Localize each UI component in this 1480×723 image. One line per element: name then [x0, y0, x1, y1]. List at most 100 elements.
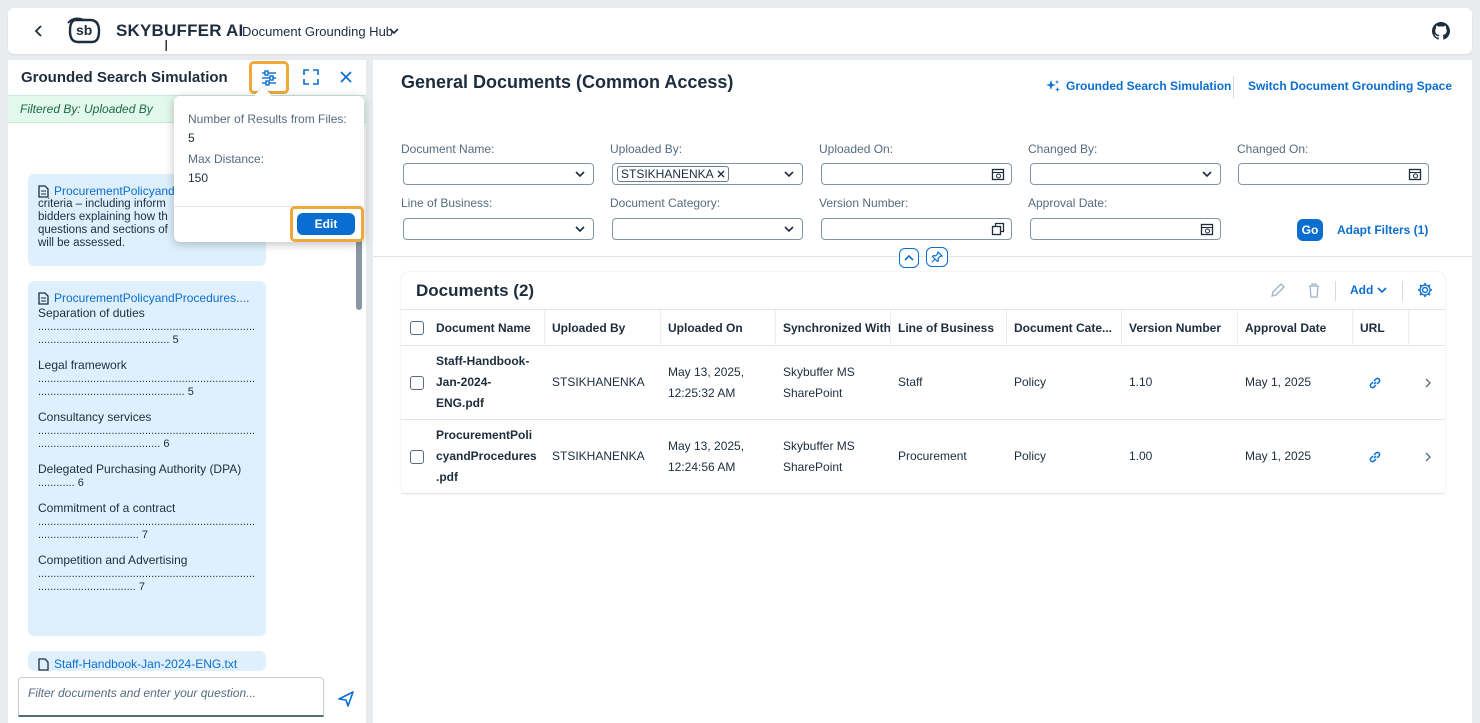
token-remove-icon[interactable]	[717, 170, 725, 178]
result-doc-name: Staff-Handbook-Jan-2024-ENG.txt	[54, 657, 238, 671]
chevron-right-icon[interactable]	[1423, 377, 1433, 389]
result-doc-name: ProcurementPolicyand	[54, 184, 175, 198]
table-row[interactable]: Staff-Handbook- Jan-2024- ENG.pdf STSIKHAN…	[401, 346, 1445, 420]
toc-dots: ........................................…	[38, 334, 179, 346]
toolbar-divider	[1335, 281, 1336, 301]
filter-token[interactable]: STSIKHANENKA	[617, 166, 729, 182]
documents-table: Documents (2) Add Document Name Uploaded…	[401, 272, 1445, 494]
back-button[interactable]	[28, 20, 50, 42]
cell-line: ENG.pdf	[436, 396, 484, 410]
filter-label: Document Name:	[401, 142, 495, 156]
chevron-down-icon[interactable]	[388, 24, 400, 38]
filter-label: Uploaded By:	[610, 142, 683, 156]
column-header[interactable]: Uploaded By	[545, 310, 661, 346]
question-input[interactable]: Filter documents and enter your question…	[18, 677, 324, 717]
column-header[interactable]: Version Number	[1122, 310, 1238, 346]
column-header[interactable]: URL	[1353, 310, 1409, 346]
changed-by-select[interactable]	[1030, 163, 1221, 185]
cell-line: Jan-2024-	[436, 375, 492, 389]
collapse-header-button[interactable]	[899, 248, 919, 268]
calendar-icon	[991, 168, 1005, 181]
toc-dots: ........................................…	[38, 438, 170, 450]
cell-line: Skybuffer MS	[783, 364, 855, 379]
header-separator	[373, 256, 1472, 257]
search-settings-popover: Number of Results from Files: 5 Max Dist…	[174, 86, 364, 242]
grounded-search-link[interactable]: Grounded Search Simulation	[1045, 79, 1231, 93]
column-header[interactable]: Line of Business	[891, 310, 1007, 346]
cell-document-category: Policy	[1014, 375, 1047, 389]
line-of-business-select[interactable]	[403, 218, 594, 240]
cell-uploaded-on: May 13, 2025, 12:24:56 AM	[661, 420, 776, 493]
page-title: General Documents (Common Access)	[401, 72, 734, 92]
toc-dots: ................................. 7	[38, 529, 149, 541]
cell-approval-date: May 1, 2025	[1245, 449, 1312, 463]
go-button[interactable]: Go	[1297, 219, 1323, 241]
column-header[interactable]: Document Cate...	[1007, 310, 1122, 346]
version-number-input[interactable]	[821, 218, 1012, 240]
toc-item: Commitment of a contract ...............…	[38, 500, 256, 542]
toc-title: Legal framework	[38, 358, 127, 372]
toc-page: 6	[163, 438, 170, 450]
chevron-left-icon	[34, 25, 42, 37]
cell-line: 12:24:56 AM	[668, 459, 736, 474]
table-row[interactable]: ProcurementPoli cyandProcedures .pdf STSIK…	[401, 420, 1445, 494]
uploaded-by-select[interactable]: STSIKHANENKA	[612, 163, 803, 185]
row-checkbox[interactable]	[410, 450, 424, 464]
cell-line: May 13, 2025,	[668, 438, 745, 453]
document-category-select[interactable]	[612, 218, 803, 240]
toc-item: Consultancy services ...................…	[38, 409, 256, 451]
select-all-checkbox[interactable]	[410, 321, 424, 335]
send-icon[interactable]	[338, 691, 354, 707]
pin-header-button[interactable]	[926, 247, 948, 267]
delete-icon[interactable]	[1306, 282, 1322, 298]
table-header: Document Name Uploaded By Uploaded On Sy…	[401, 309, 1445, 346]
github-icon[interactable]	[1432, 22, 1450, 40]
changed-on-date[interactable]	[1238, 163, 1429, 185]
column-header[interactable]: Document Name	[429, 310, 545, 346]
adapt-filters-button[interactable]: Adapt Filters (1)	[1337, 223, 1428, 237]
toc-title: Consultancy services	[38, 410, 152, 424]
edit-highlight: Edit	[290, 206, 364, 242]
column-header[interactable]: Uploaded On	[661, 310, 776, 346]
expand-icon[interactable]	[302, 68, 320, 86]
link-icon[interactable]	[1368, 376, 1382, 390]
filter-label: Approval Date:	[1028, 196, 1108, 210]
cell-version-number: 1.10	[1129, 375, 1153, 389]
cell-line: Staff-Handbook-	[436, 354, 530, 368]
gear-icon[interactable]	[1417, 282, 1433, 298]
switch-space-link[interactable]: Switch Document Grounding Space	[1248, 79, 1452, 93]
filter-label: Line of Business:	[401, 196, 493, 210]
value-help-icon	[991, 222, 1005, 236]
link-icon[interactable]	[1368, 450, 1382, 464]
edit-button[interactable]: Edit	[297, 213, 355, 235]
column-header[interactable]: Approval Date	[1238, 310, 1353, 346]
cell-document-category: Policy	[1014, 449, 1047, 463]
toc-title: Delegated Purchasing Authority (DPA)	[38, 462, 242, 476]
cell-line: .pdf	[436, 470, 458, 484]
edit-icon[interactable]	[1270, 282, 1286, 298]
filter-label: Changed On:	[1237, 142, 1309, 156]
column-header[interactable]: Synchronized With	[776, 310, 891, 346]
panel-scrollbar[interactable]	[356, 235, 362, 310]
add-button[interactable]: Add	[1350, 283, 1387, 297]
uploaded-on-date[interactable]	[821, 163, 1012, 185]
cell-approval-date: May 1, 2025	[1245, 375, 1312, 389]
document-name-select[interactable]	[403, 163, 594, 185]
close-icon[interactable]	[337, 68, 355, 86]
result-doc-link[interactable]: Staff-Handbook-Jan-2024-ENG.txt	[38, 657, 256, 671]
space-selector[interactable]: Document Grounding Hub	[242, 24, 393, 39]
filter-label: Document Category:	[610, 196, 721, 210]
approval-date-input[interactable]	[1030, 218, 1221, 240]
cell-line: Skybuffer MS	[783, 438, 855, 453]
toc-dots: ........................................…	[38, 386, 194, 398]
chevron-down-icon	[784, 226, 794, 233]
settings-button[interactable]	[249, 61, 289, 94]
chevron-down-icon	[1377, 287, 1387, 294]
chevron-right-icon[interactable]	[1423, 451, 1433, 463]
toc-dots: ........................................…	[38, 516, 256, 528]
sparkle-icon	[1046, 80, 1060, 92]
chevron-down-icon	[575, 226, 585, 233]
result-doc-link[interactable]: ProcurementPolicyandProcedures....	[38, 291, 256, 305]
row-checkbox[interactable]	[410, 376, 424, 390]
cell-document-name: ProcurementPoli cyandProcedures .pdf	[429, 420, 545, 493]
